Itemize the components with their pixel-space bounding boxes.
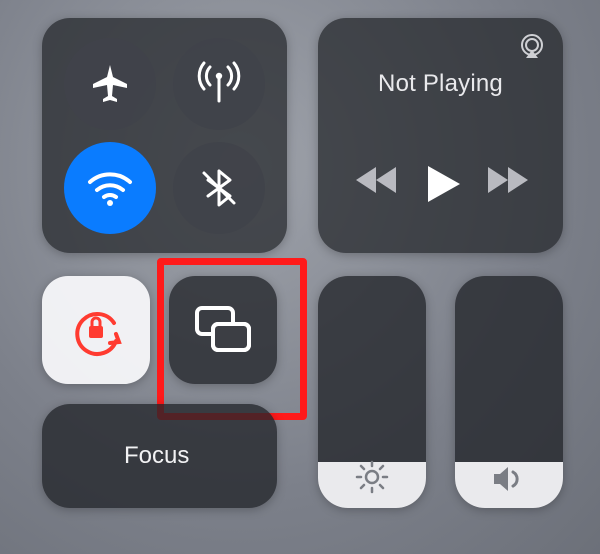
- moon-icon: [64, 434, 108, 478]
- volume-slider[interactable]: [455, 276, 563, 508]
- airplane-mode-toggle[interactable]: [64, 38, 156, 130]
- bluetooth-off-icon: [196, 165, 242, 211]
- antenna-icon: [194, 59, 244, 109]
- airplay-icon[interactable]: [517, 32, 547, 62]
- speaker-icon: [455, 464, 563, 494]
- screen-mirroring-icon: [191, 304, 255, 356]
- forward-button[interactable]: [484, 164, 528, 196]
- wifi-icon: [84, 162, 136, 214]
- rotation-lock-toggle[interactable]: [42, 276, 150, 384]
- rotation-lock-icon: [67, 301, 125, 359]
- rewind-button[interactable]: [356, 164, 400, 196]
- wifi-toggle[interactable]: [64, 142, 156, 234]
- play-icon: [426, 164, 462, 204]
- rewind-icon: [356, 164, 400, 196]
- bluetooth-toggle[interactable]: [173, 142, 265, 234]
- focus-label: Focus: [124, 442, 189, 470]
- screen-mirroring-button[interactable]: [169, 276, 277, 384]
- now-playing-label: Not Playing: [318, 70, 563, 98]
- play-button[interactable]: [426, 164, 462, 204]
- forward-icon: [484, 164, 528, 196]
- airplane-icon: [87, 61, 133, 107]
- cellular-data-toggle[interactable]: [173, 38, 265, 130]
- focus-toggle[interactable]: Focus: [42, 404, 277, 508]
- sun-icon: [318, 460, 426, 494]
- brightness-slider[interactable]: [318, 276, 426, 508]
- connectivity-panel: [42, 18, 287, 253]
- media-panel: Not Playing: [318, 18, 563, 253]
